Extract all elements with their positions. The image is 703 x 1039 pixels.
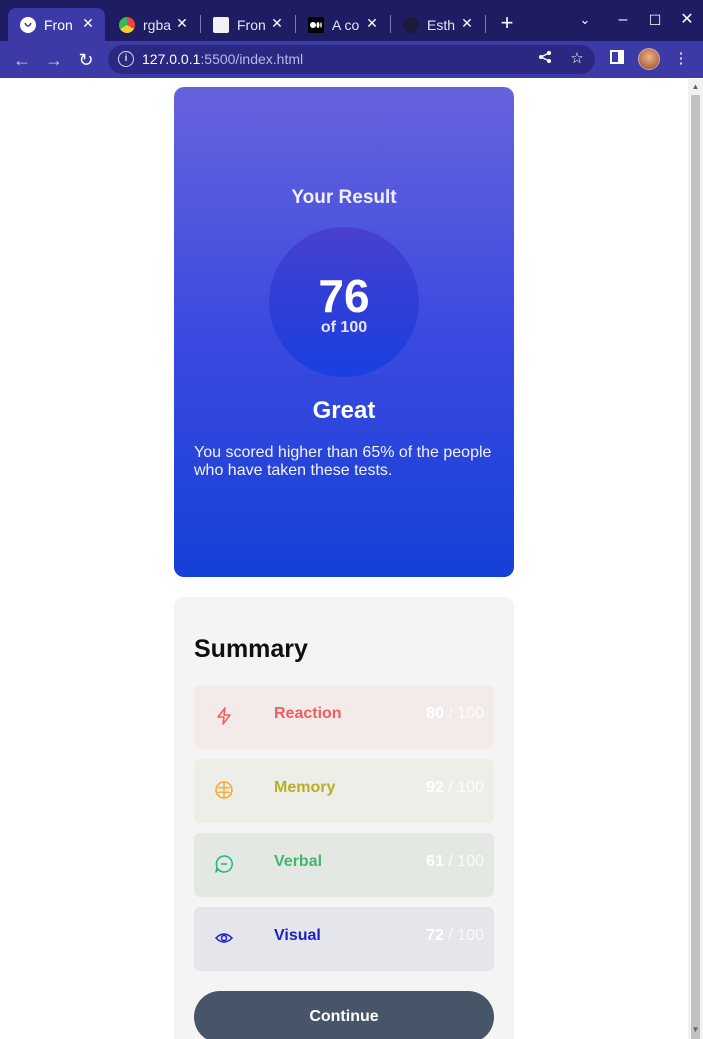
profile-avatar[interactable]	[638, 48, 660, 70]
eye-icon	[214, 928, 234, 948]
window-close-icon[interactable]: ✕	[676, 8, 698, 32]
share-icon[interactable]	[536, 50, 554, 68]
summary-item-label: Reaction	[274, 705, 342, 722]
info-icon[interactable]: i	[118, 51, 134, 67]
url-path: :5500/index.html	[200, 51, 304, 67]
tab-5[interactable]: Esth ✕	[391, 8, 484, 41]
score-value: 80	[426, 705, 444, 722]
summary-card: Summary Reaction 80 / 100 Memory 92 / 10…	[174, 597, 514, 1039]
frontend-mentor-icon	[20, 16, 36, 33]
summary-title: Summary	[194, 635, 308, 663]
medium-icon	[308, 16, 324, 33]
tab-title: Fron	[44, 16, 73, 33]
summary-item-reaction: Reaction 80 / 100	[194, 685, 494, 749]
tab-3[interactable]: Fron ✕	[201, 8, 294, 41]
close-icon[interactable]: ✕	[268, 15, 286, 32]
scroll-down-arrow-icon[interactable]: ▼	[691, 1025, 700, 1034]
github-icon	[403, 16, 419, 33]
address-url[interactable]: 127.0.0.1:5500/index.html	[142, 51, 303, 67]
side-panel-icon[interactable]	[608, 50, 626, 68]
tab-4[interactable]: A co ✕	[296, 8, 389, 41]
summary-item-score: 92 / 100	[426, 779, 484, 797]
browser-toolbar: ← → ↻ i 127.0.0.1:5500/index.html ☆ ⋮	[0, 41, 703, 78]
score-max: / 100	[443, 927, 484, 944]
close-icon[interactable]: ✕	[173, 15, 191, 32]
new-tab-plus-icon[interactable]: +	[496, 12, 518, 34]
minimize-icon[interactable]: –	[612, 8, 634, 32]
page-scrollbar[interactable]: ▲ ▼	[688, 79, 703, 1039]
summary-item-score: 61 / 100	[426, 853, 484, 871]
score-max: / 100	[443, 705, 484, 722]
brain-icon	[214, 780, 234, 800]
score-value: 61	[426, 853, 444, 870]
summary-item-score: 72 / 100	[426, 927, 484, 945]
close-icon[interactable]: ✕	[458, 15, 476, 32]
tab-2[interactable]: rgba ✕	[107, 8, 199, 41]
result-heading: Your Result	[291, 187, 397, 208]
summary-item-score: 80 / 100	[426, 705, 484, 723]
summary-item-memory: Memory 92 / 100	[194, 759, 494, 823]
score-circle: 76 of 100	[269, 227, 419, 377]
score-value: 92	[426, 779, 444, 796]
summary-item-label: Visual	[274, 927, 321, 944]
tab-title: Esth	[427, 16, 456, 33]
score-max: / 100	[443, 853, 484, 870]
scrollbar-thumb[interactable]	[691, 95, 700, 1039]
chrome-icon	[119, 16, 135, 33]
grade-label: Great	[312, 397, 376, 424]
score-value: 76	[318, 270, 370, 322]
close-icon[interactable]: ✕	[363, 15, 381, 32]
back-arrow-icon[interactable]: ←	[10, 48, 34, 72]
summary-item-visual: Visual 72 / 100	[194, 907, 494, 971]
continue-button[interactable]: Continue	[194, 991, 494, 1039]
url-host: 127.0.0.1	[142, 51, 201, 67]
scroll-up-arrow-icon[interactable]: ▲	[691, 82, 700, 91]
tab-title: rgba	[143, 16, 172, 33]
kebab-menu-icon[interactable]: ⋮	[672, 50, 690, 68]
summary-item-label: Memory	[274, 779, 336, 796]
bookmark-star-icon[interactable]: ☆	[568, 50, 586, 68]
forward-arrow-icon[interactable]: →	[42, 48, 66, 72]
page-icon	[213, 16, 229, 33]
browser-tabstrip: Fron ✕ rgba ✕ Fron ✕ A co ✕ Esth ✕ + ⌄ –…	[0, 0, 703, 41]
tab-title: Fron	[237, 16, 266, 33]
tab-1[interactable]: Fron ✕	[8, 8, 105, 41]
score-value: 72	[426, 927, 444, 944]
summary-item-label: Verbal	[274, 853, 323, 870]
tab-divider	[485, 15, 486, 33]
address-bar[interactable]: i 127.0.0.1:5500/index.html ☆	[108, 45, 595, 74]
maximize-icon[interactable]: ☐	[644, 8, 666, 32]
score-max: / 100	[443, 779, 484, 796]
result-description: You scored higher than 65% of the people…	[194, 444, 492, 479]
result-card: Your Result 76 of 100 Great You scored h…	[174, 87, 514, 577]
close-icon[interactable]: ✕	[79, 15, 97, 32]
lightning-icon	[214, 706, 234, 726]
summary-item-verbal: Verbal 61 / 100	[194, 833, 494, 897]
chat-bubble-icon	[214, 854, 234, 874]
tab-search-chevron-icon[interactable]: ⌄	[574, 8, 596, 32]
tab-title: A co	[332, 16, 360, 33]
score-total: of 100	[320, 319, 368, 336]
reload-icon[interactable]: ↻	[74, 48, 98, 72]
